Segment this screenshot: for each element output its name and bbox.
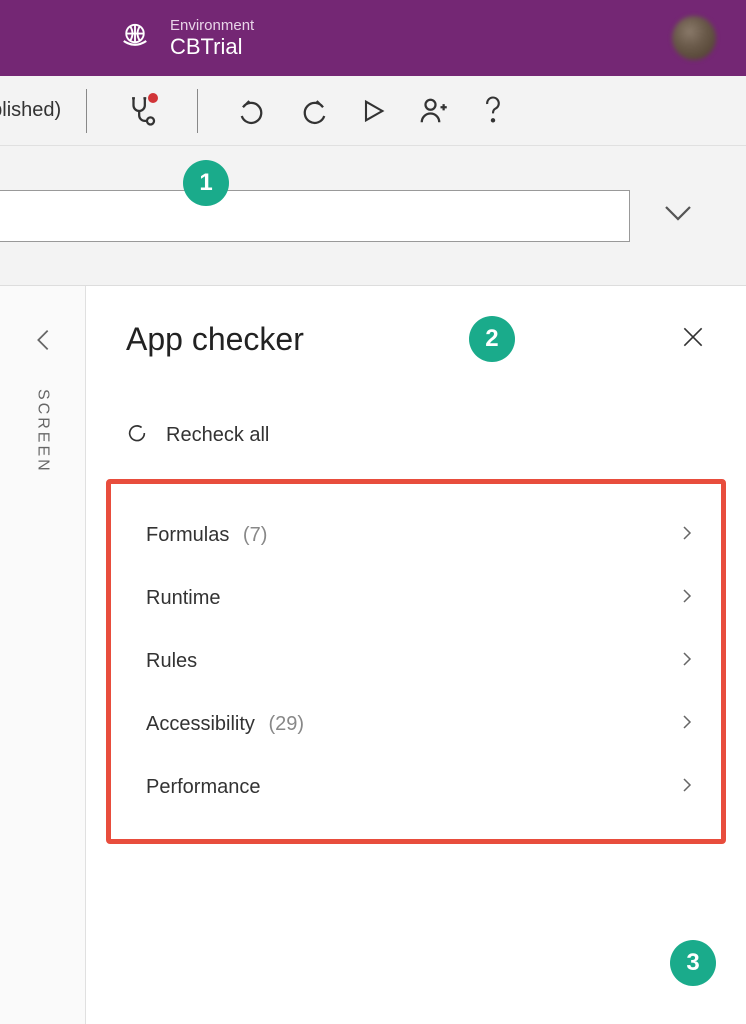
category-accessibility[interactable]: Accessibility (29) xyxy=(121,693,711,756)
app-checker-panel: App checker 2 Recheck all Formulas (7) xyxy=(86,286,746,1024)
category-label: Accessibility (29) xyxy=(146,713,304,736)
chevron-right-icon xyxy=(678,776,696,799)
undo-button[interactable] xyxy=(231,89,275,133)
globe-icon xyxy=(120,21,150,56)
close-button[interactable] xyxy=(680,324,706,355)
category-performance[interactable]: Performance xyxy=(121,756,711,819)
recheck-all-button[interactable]: Recheck all xyxy=(126,422,726,449)
formula-bar xyxy=(0,146,746,286)
divider xyxy=(86,89,87,133)
app-checker-button[interactable] xyxy=(120,89,164,133)
redo-button[interactable] xyxy=(291,89,335,133)
formula-input[interactable] xyxy=(0,190,630,242)
main-area: SCREEN App checker 2 Recheck all For xyxy=(0,286,746,1024)
left-rail: SCREEN xyxy=(0,286,86,1024)
category-formulas[interactable]: Formulas (7) xyxy=(121,504,711,567)
notification-dot-icon xyxy=(148,93,158,103)
toolbar: ublished) xyxy=(0,76,746,146)
recheck-label: Recheck all xyxy=(166,424,269,447)
checker-header: App checker 2 xyxy=(126,316,726,362)
environment-label: Environment xyxy=(170,17,254,34)
chevron-right-icon xyxy=(678,650,696,673)
play-button[interactable] xyxy=(351,89,395,133)
callout-badge-1: 1 xyxy=(183,160,229,206)
category-label: Rules xyxy=(146,650,205,673)
chevron-right-icon xyxy=(678,713,696,736)
category-rules[interactable]: Rules xyxy=(121,630,711,693)
refresh-icon xyxy=(126,422,148,449)
checker-title: App checker xyxy=(126,321,304,358)
share-button[interactable] xyxy=(411,89,455,133)
environment-block[interactable]: Environment CBTrial xyxy=(170,17,254,60)
chevron-right-icon xyxy=(678,587,696,610)
back-button[interactable] xyxy=(29,326,57,359)
category-runtime[interactable]: Runtime xyxy=(121,567,711,630)
published-status: ublished) xyxy=(0,99,61,122)
chevron-right-icon xyxy=(678,524,696,547)
categories-box: Formulas (7) Runtime Rules xyxy=(106,479,726,844)
callout-badge-3: 3 xyxy=(670,940,716,986)
category-label: Formulas (7) xyxy=(146,524,267,547)
help-button[interactable] xyxy=(471,89,515,133)
callout-badge-2: 2 xyxy=(469,316,515,362)
environment-name: CBTrial xyxy=(170,34,254,60)
divider xyxy=(197,89,198,133)
category-label: Performance xyxy=(146,776,269,799)
category-label: Runtime xyxy=(146,587,228,610)
screen-label: SCREEN xyxy=(34,389,52,474)
header-bar: Environment CBTrial xyxy=(0,0,746,76)
expand-formula-button[interactable] xyxy=(660,195,696,236)
avatar[interactable] xyxy=(672,16,716,60)
